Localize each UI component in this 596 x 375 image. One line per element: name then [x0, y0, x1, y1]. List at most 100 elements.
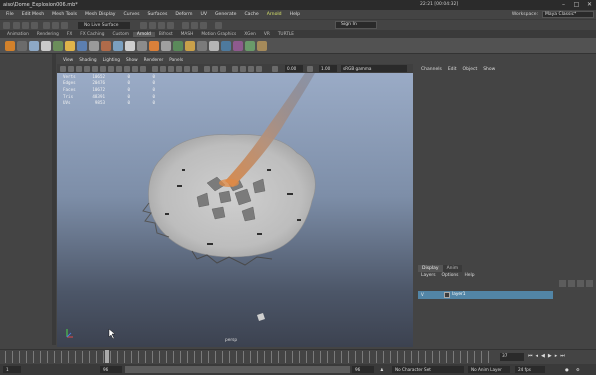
cb-menu-edit[interactable]: Edit: [445, 67, 460, 72]
exposure-icon[interactable]: [272, 66, 278, 72]
material-icon[interactable]: [137, 41, 147, 51]
flush-cache-icon[interactable]: [209, 41, 219, 51]
live-surface-field[interactable]: No Live Surface: [78, 22, 130, 29]
layer-color-swatch[interactable]: [444, 292, 450, 298]
fps-select[interactable]: 24 fps: [515, 366, 545, 373]
shelf-tab-fx-caching[interactable]: FX Caching: [76, 32, 108, 37]
denoiser-icon[interactable]: [245, 41, 255, 51]
menu-arnold[interactable]: Arnold: [263, 12, 286, 17]
render-frame-icon[interactable]: [182, 22, 189, 29]
shelf-tab-animation[interactable]: Animation: [3, 32, 33, 37]
range-bar[interactable]: [125, 366, 350, 373]
gate-mask-icon[interactable]: [116, 66, 122, 72]
xray-icon[interactable]: [204, 66, 210, 72]
menu-edit-mesh[interactable]: Edit Mesh: [18, 12, 48, 17]
photometric-light-icon[interactable]: [65, 41, 75, 51]
isolate-select-icon[interactable]: [220, 66, 226, 72]
render-icon[interactable]: [5, 41, 15, 51]
layer-name[interactable]: layer1: [452, 292, 466, 298]
gamma-icon[interactable]: [307, 66, 313, 72]
license-icon[interactable]: [221, 41, 231, 51]
shelf-tab-custom[interactable]: Custom: [108, 32, 132, 37]
maximize-button[interactable]: □: [572, 1, 581, 8]
current-frame-field[interactable]: 37: [500, 353, 524, 361]
shelf-tab-fx[interactable]: FX: [63, 32, 76, 37]
hdri-icon[interactable]: [185, 41, 195, 51]
standin-icon[interactable]: [89, 41, 99, 51]
operator-icon[interactable]: [233, 41, 243, 51]
time-slider[interactable]: 37 ⏮ ◂ ◀ ▶ ▸ ⏭: [0, 349, 596, 363]
field-chart-icon[interactable]: [124, 66, 130, 72]
shelf-tab-mash[interactable]: MASH: [177, 32, 198, 37]
resolution-gate-icon[interactable]: [108, 66, 114, 72]
playback-end-field[interactable]: 96: [100, 366, 122, 373]
snap-curve-icon[interactable]: [149, 22, 156, 29]
play-back-icon[interactable]: ◀: [541, 353, 545, 359]
start-time-field[interactable]: 1: [3, 366, 21, 373]
menu-help[interactable]: Help: [286, 12, 304, 17]
snap-point-icon[interactable]: [158, 22, 165, 29]
menu-deform[interactable]: Deform: [171, 12, 196, 17]
wireframe-icon[interactable]: [152, 66, 158, 72]
menu-file[interactable]: File: [2, 12, 18, 17]
textured-icon[interactable]: [176, 66, 182, 72]
menuset-icon[interactable]: [3, 22, 10, 29]
anim-layer-select[interactable]: No Anim Layer: [468, 366, 510, 373]
shelf-tab-bifrost[interactable]: Bifrost: [155, 32, 177, 37]
anim-end-field[interactable]: 96: [352, 366, 374, 373]
curve-collector-icon[interactable]: [113, 41, 123, 51]
vp-menu-lighting[interactable]: Lighting: [100, 58, 123, 63]
cb-menu-show[interactable]: Show: [480, 67, 498, 72]
vp-menu-view[interactable]: View: [60, 58, 76, 63]
close-button[interactable]: ✕: [585, 1, 594, 8]
cb-menu-channels[interactable]: Channels: [418, 67, 445, 72]
menu-generate[interactable]: Generate: [211, 12, 240, 17]
aov-icon[interactable]: [149, 41, 159, 51]
xray-joints-icon[interactable]: [212, 66, 218, 72]
shader-icon[interactable]: [125, 41, 135, 51]
render-settings-icon[interactable]: [200, 22, 207, 29]
menu-surfaces[interactable]: Surfaces: [143, 12, 171, 17]
open-scene-icon[interactable]: [22, 22, 29, 29]
export-ass-icon[interactable]: [257, 41, 267, 51]
anti-aliasing-icon[interactable]: [248, 66, 254, 72]
snap-view-icon[interactable]: [167, 22, 174, 29]
shelf-tab-rendering[interactable]: Rendering: [33, 32, 63, 37]
workspace-select[interactable]: Maya Classic*: [542, 11, 594, 18]
shelf-tab-vr[interactable]: VR: [260, 32, 274, 37]
ambient-occlusion-icon[interactable]: [232, 66, 238, 72]
step-forward-icon[interactable]: ▸: [555, 353, 558, 359]
shelf-tab-motion-graphics[interactable]: Motion Graphics: [197, 32, 240, 37]
menu-mesh-display[interactable]: Mesh Display: [81, 12, 120, 17]
tab-anim[interactable]: Anim: [442, 265, 463, 272]
safe-title-icon[interactable]: [140, 66, 146, 72]
skydome-light-icon[interactable]: [29, 41, 39, 51]
mesh-light-icon[interactable]: [53, 41, 63, 51]
select-camera-icon[interactable]: [60, 66, 66, 72]
motion-blur-icon[interactable]: [240, 66, 246, 72]
texture-icon[interactable]: [161, 41, 171, 51]
exposure-field[interactable]: 0.00: [285, 65, 303, 72]
layer-visibility-toggle[interactable]: V: [421, 292, 427, 298]
save-scene-icon[interactable]: [31, 22, 38, 29]
menu-uv[interactable]: UV: [196, 12, 211, 17]
hypershade-icon[interactable]: [215, 22, 222, 29]
safe-action-icon[interactable]: [132, 66, 138, 72]
lights-icon[interactable]: [184, 66, 190, 72]
vp-menu-shading[interactable]: Shading: [76, 58, 99, 63]
shadows-icon[interactable]: [192, 66, 198, 72]
tx-manager-icon[interactable]: [197, 41, 207, 51]
viewport-3d[interactable]: Verts 10652 0 0 Edges 20476 0 0 Faces 10…: [57, 73, 413, 347]
go-to-start-icon[interactable]: ⏮: [528, 353, 533, 359]
camera-attributes-icon[interactable]: [68, 66, 74, 72]
minimize-button[interactable]: –: [559, 1, 568, 8]
go-to-end-icon[interactable]: ⏭: [560, 353, 565, 359]
menu-cache[interactable]: Cache: [240, 12, 262, 17]
select-by-hierarchy-icon[interactable]: [43, 22, 50, 29]
gamma-field[interactable]: 1.00: [319, 65, 337, 72]
vp-menu-show[interactable]: Show: [123, 58, 141, 63]
utility-icon[interactable]: [173, 41, 183, 51]
select-by-component-icon[interactable]: [61, 22, 68, 29]
cb-menu-object[interactable]: Object: [460, 67, 481, 72]
volume-icon[interactable]: [101, 41, 111, 51]
